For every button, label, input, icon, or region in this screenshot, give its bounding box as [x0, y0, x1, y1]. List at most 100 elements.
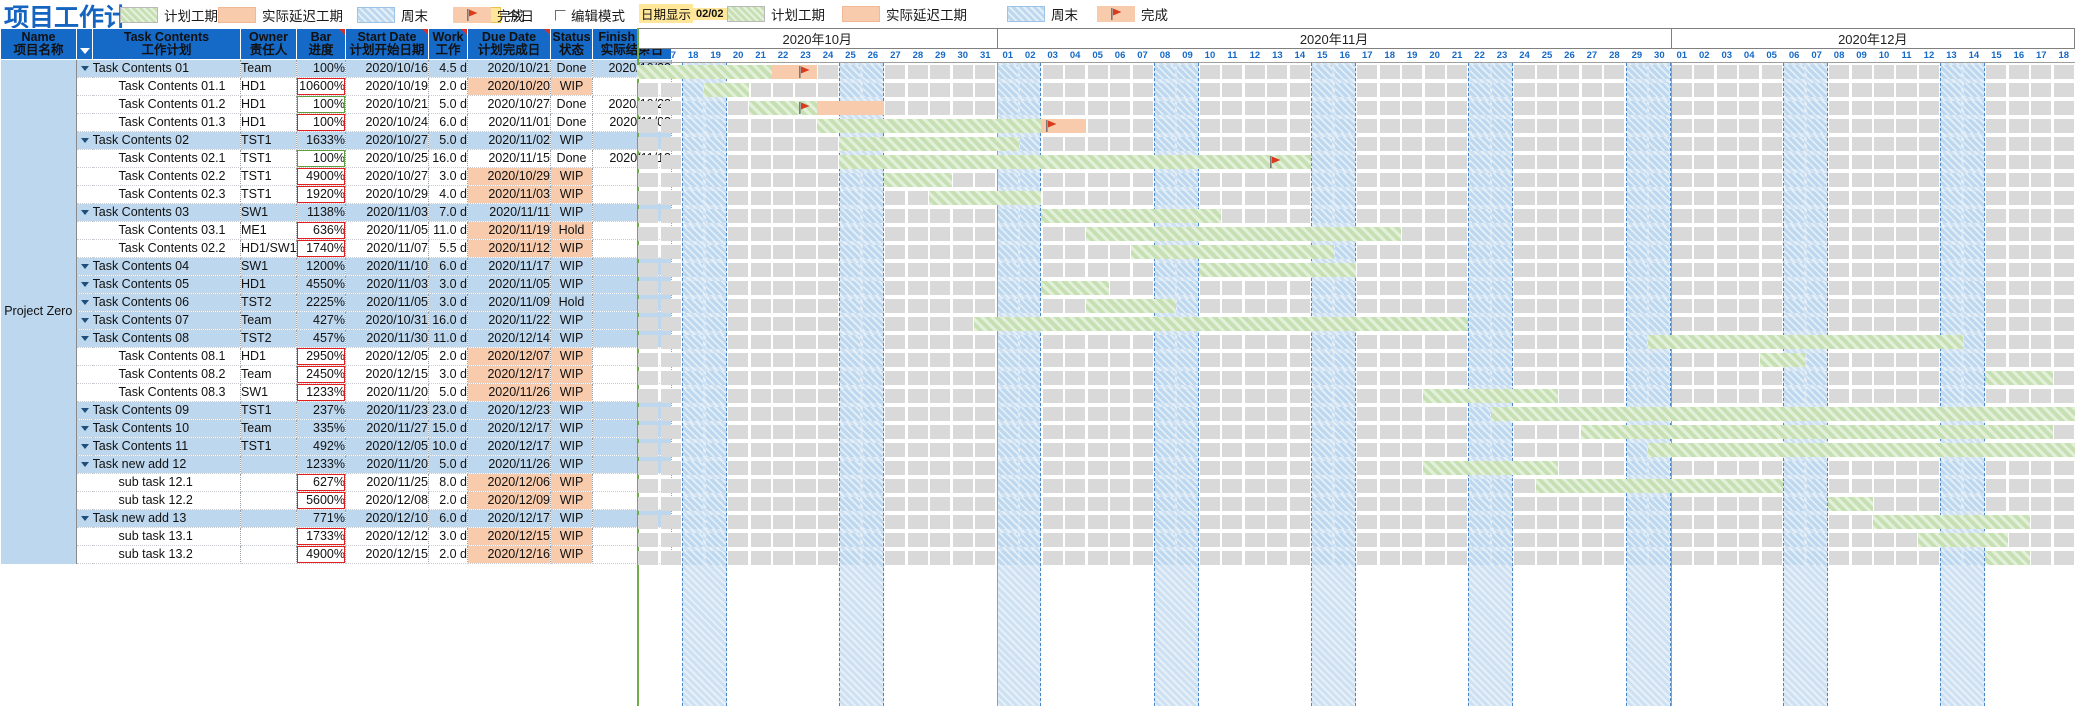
row-toggle-2[interactable] — [76, 95, 93, 114]
table-row[interactable]: sub task 13.2 4900% 2020/12/15 2.0 d 2020/12… — [1, 545, 672, 564]
col-header-bar[interactable]: Bar 进度 — [296, 28, 346, 60]
progress-cell[interactable]: 1138% — [296, 203, 346, 222]
task-name-cell[interactable]: Task Contents 01.2 — [92, 95, 241, 114]
status-badge[interactable]: WIP — [550, 545, 593, 564]
due-date-cell[interactable]: 2020/12/16 — [467, 545, 551, 564]
gantt-plan-bar[interactable] — [1041, 281, 1109, 295]
status-badge[interactable]: WIP — [550, 383, 593, 402]
owner-cell[interactable]: Team — [240, 365, 297, 384]
progress-cell[interactable]: 1633% — [296, 131, 346, 150]
due-date-cell[interactable]: 2020/12/17 — [467, 437, 551, 456]
row-toggle-12[interactable] — [76, 275, 93, 294]
gantt-row[interactable] — [637, 387, 2075, 405]
status-badge[interactable]: Done — [550, 149, 593, 168]
row-toggle-16[interactable] — [76, 347, 93, 366]
start-date-cell[interactable]: 2020/11/25 — [345, 473, 429, 492]
col-header-due[interactable]: Due Date 计划完成日 — [467, 28, 551, 60]
status-badge[interactable]: WIP — [550, 257, 593, 276]
status-badge[interactable]: WIP — [550, 347, 593, 366]
row-toggle-11[interactable] — [76, 257, 93, 276]
chevron-down-icon[interactable] — [80, 426, 89, 432]
owner-cell[interactable]: TST1 — [240, 131, 297, 150]
gantt-plan-bar[interactable] — [1423, 461, 1559, 475]
row-toggle-14[interactable] — [76, 311, 93, 330]
owner-cell[interactable]: HD1 — [240, 95, 297, 114]
row-toggle-22[interactable] — [76, 455, 93, 474]
start-date-cell[interactable]: 2020/10/27 — [345, 167, 429, 186]
status-badge[interactable]: WIP — [550, 419, 593, 438]
table-row[interactable]: Task Contents 02.1 TST1 100% 2020/10/25 16.0… — [1, 149, 672, 168]
table-row[interactable]: Task Contents 02.3 TST1 1920% 2020/10/29 4.0… — [1, 185, 672, 204]
task-name-cell[interactable]: Task Contents 01 — [92, 59, 241, 78]
table-row[interactable]: Task Contents 05 HD1 4550% 2020/11/03 3.0 d2… — [1, 275, 672, 294]
status-badge[interactable]: WIP — [550, 185, 593, 204]
progress-cell[interactable]: 5600% — [296, 491, 346, 510]
gantt-delay-bar[interactable] — [816, 101, 885, 115]
gantt-plan-bar[interactable] — [1985, 371, 2053, 385]
status-badge[interactable]: Done — [550, 95, 593, 114]
gantt-plan-bar[interactable] — [839, 137, 1019, 151]
due-date-cell[interactable]: 2020/12/17 — [467, 365, 551, 384]
owner-cell[interactable]: TST1 — [240, 401, 297, 420]
work-cell[interactable]: 3.0 d — [428, 527, 468, 546]
due-date-cell[interactable]: 2020/11/09 — [467, 293, 551, 312]
chevron-down-icon[interactable] — [80, 336, 89, 342]
task-name-cell[interactable]: Task Contents 02 — [92, 131, 241, 150]
due-date-cell[interactable]: 2020/11/11 — [467, 203, 551, 222]
due-date-cell[interactable]: 2020/12/09 — [467, 491, 551, 510]
row-toggle-4[interactable] — [76, 131, 93, 150]
owner-cell[interactable] — [240, 473, 297, 492]
row-toggle-20[interactable] — [76, 419, 93, 438]
table-row[interactable]: Task Contents 01.1 HD1 10600% 2020/10/19 2.0… — [1, 77, 672, 96]
status-badge[interactable]: WIP — [550, 509, 593, 528]
work-cell[interactable]: 5.0 d — [428, 95, 468, 114]
due-date-cell[interactable]: 2020/12/06 — [467, 473, 551, 492]
progress-cell[interactable]: 2225% — [296, 293, 346, 312]
owner-cell[interactable]: HD1 — [240, 347, 297, 366]
work-cell[interactable]: 2.0 d — [428, 77, 468, 96]
table-body[interactable]: Project Zero Task Contents 01 Team 100% 2020… — [0, 59, 672, 564]
progress-cell[interactable]: 100% — [296, 149, 346, 168]
due-date-cell[interactable]: 2020/11/03 — [467, 185, 551, 204]
gantt-row[interactable] — [637, 171, 2075, 189]
gantt-row[interactable] — [637, 477, 2075, 495]
col-header-task[interactable]: Task Contents 工作计划 — [92, 28, 241, 60]
status-badge[interactable]: WIP — [550, 167, 593, 186]
edit-mode-toggle[interactable]: 编辑模式 — [555, 5, 625, 25]
start-date-cell[interactable]: 2020/11/10 — [345, 257, 429, 276]
gantt-row[interactable] — [637, 117, 2075, 135]
row-toggle-3[interactable] — [76, 113, 93, 132]
owner-cell[interactable]: TST2 — [240, 293, 297, 312]
work-cell[interactable]: 8.0 d — [428, 473, 468, 492]
table-row[interactable]: Task Contents 08 TST2 457% 2020/11/30 11.0 d… — [1, 329, 672, 348]
gantt-plan-bar[interactable] — [1648, 443, 2075, 457]
status-badge[interactable]: WIP — [550, 491, 593, 510]
gantt-plan-bar[interactable] — [1872, 515, 2031, 529]
progress-cell[interactable]: 771% — [296, 509, 346, 528]
start-date-cell[interactable]: 2020/11/05 — [345, 221, 429, 240]
task-name-cell[interactable]: Task Contents 02.2 — [92, 167, 241, 186]
gantt-plan-bar[interactable] — [1086, 299, 1177, 313]
gantt-row[interactable] — [637, 423, 2075, 441]
col-header-status[interactable]: Status 状态 — [550, 28, 593, 60]
status-badge[interactable]: WIP — [550, 77, 593, 96]
gantt-plan-bar[interactable] — [1648, 335, 1963, 349]
start-date-cell[interactable]: 2020/10/16 — [345, 59, 429, 78]
table-row[interactable]: Task Contents 10 Team 335% 2020/11/27 15.0 d… — [1, 419, 672, 438]
due-date-cell[interactable]: 2020/10/21 — [467, 59, 551, 78]
gantt-row[interactable] — [637, 333, 2075, 351]
due-date-cell[interactable]: 2020/11/12 — [467, 239, 551, 258]
start-date-cell[interactable]: 2020/11/07 — [345, 239, 429, 258]
gantt-row[interactable] — [637, 441, 2075, 459]
owner-cell[interactable]: TST1 — [240, 185, 297, 204]
start-date-cell[interactable]: 2020/11/30 — [345, 329, 429, 348]
progress-cell[interactable]: 1920% — [296, 185, 346, 204]
table-row[interactable]: sub task 12.1 627% 2020/11/25 8.0 d 2020/12/… — [1, 473, 672, 492]
table-row[interactable]: Task Contents 02.2 HD1/SW1 1740% 2020/11/07… — [1, 239, 672, 258]
work-cell[interactable]: 6.0 d — [428, 257, 468, 276]
task-name-cell[interactable]: Task Contents 01.1 — [92, 77, 241, 96]
task-name-cell[interactable]: Task new add 13 — [92, 509, 241, 528]
owner-cell[interactable] — [240, 509, 297, 528]
gantt-plan-bar[interactable] — [704, 83, 750, 97]
owner-cell[interactable] — [240, 491, 297, 510]
